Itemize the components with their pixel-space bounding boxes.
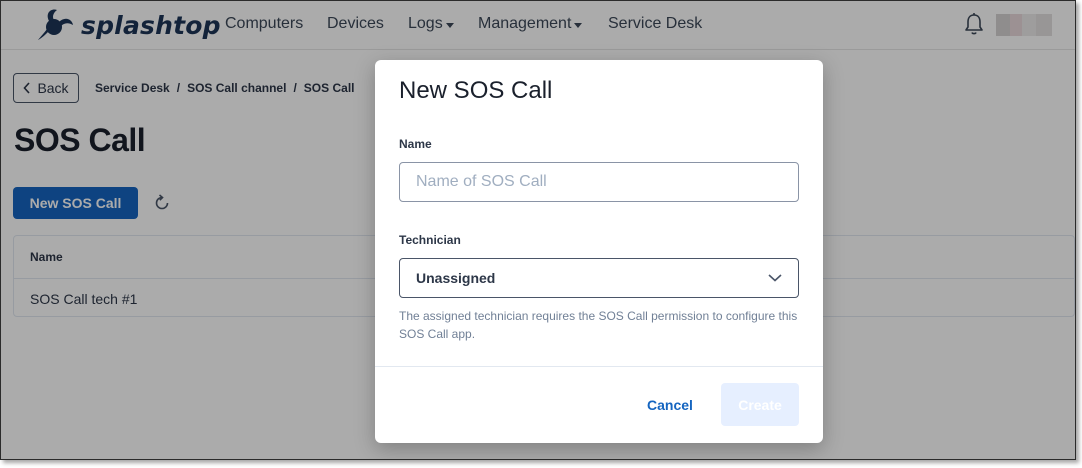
technician-select[interactable]: Unassigned — [399, 258, 799, 298]
create-button[interactable]: Create — [721, 383, 799, 426]
dialog-footer-divider — [375, 366, 823, 367]
technician-hint: The assigned technician requires the SOS… — [399, 309, 798, 341]
chevron-down-icon — [768, 274, 782, 282]
app-window: splashtop Computers Devices Logs Managem… — [0, 0, 1076, 460]
name-label: Name — [399, 137, 432, 151]
name-input[interactable] — [399, 162, 799, 202]
new-sos-call-dialog: New SOS Call Name Technician Unassigned … — [375, 60, 823, 443]
technician-selected-value: Unassigned — [416, 270, 496, 286]
dialog-title: New SOS Call — [399, 77, 553, 104]
cancel-button[interactable]: Cancel — [637, 390, 703, 420]
technician-label: Technician — [399, 233, 461, 247]
